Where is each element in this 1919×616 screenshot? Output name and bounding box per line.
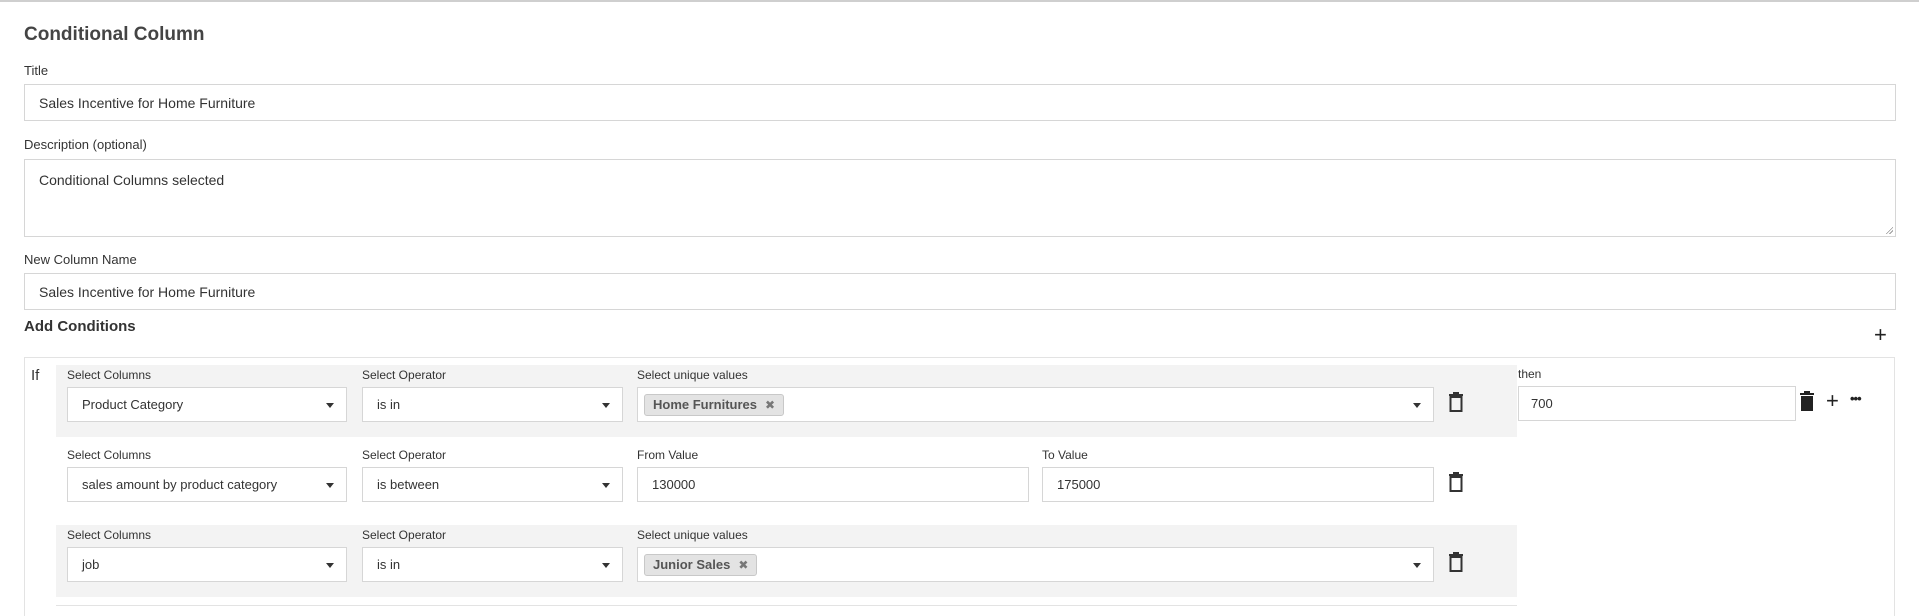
add-conditions-heading: Add Conditions (24, 318, 136, 335)
caret-down-icon (602, 402, 610, 408)
conditions-bottom-border (56, 605, 1517, 606)
operator-label: Select Operator (362, 368, 447, 382)
add-condition-button[interactable]: + (1874, 324, 1887, 346)
new-column-value: Sales Incentive for Home Furniture (39, 283, 256, 300)
resize-handle-icon[interactable] (1885, 226, 1893, 234)
column-select-value: job (82, 557, 100, 572)
columns-label: Select Columns (67, 448, 152, 462)
new-column-name-input[interactable]: Sales Incentive for Home Furniture (24, 273, 1896, 310)
trash-outline-icon[interactable] (1447, 392, 1465, 412)
more-options-icon[interactable]: ••• (1850, 391, 1862, 406)
trash-outline-icon[interactable] (1447, 552, 1465, 572)
column-select-value: Product Category (82, 397, 184, 412)
columns-label: Select Columns (67, 528, 152, 542)
description-label: Description (optional) (24, 137, 147, 152)
unique-values-select[interactable]: Home Furnitures ✖ (637, 387, 1434, 422)
value-chip: Junior Sales ✖ (644, 553, 758, 576)
operator-select-value: is in (377, 557, 401, 572)
remove-chip-icon[interactable]: ✖ (765, 398, 775, 412)
if-label: If (31, 367, 40, 384)
to-value-label: To Value (1042, 448, 1088, 462)
page-title: Conditional Column (24, 24, 205, 45)
caret-down-icon (326, 482, 334, 488)
from-value-input[interactable]: 130000 (637, 467, 1029, 502)
columns-label: Select Columns (67, 368, 152, 382)
from-value: 130000 (652, 477, 696, 492)
new-column-label: New Column Name (24, 252, 137, 267)
column-select[interactable]: Product Category (67, 387, 347, 422)
description-textarea[interactable]: Conditional Columns selected (24, 159, 1896, 237)
plus-icon: + (1874, 322, 1887, 347)
operator-label: Select Operator (362, 448, 447, 462)
values-label: Select unique values (637, 368, 748, 382)
caret-down-icon (326, 562, 334, 568)
title-label: Title (24, 63, 49, 78)
then-label: then (1518, 367, 1542, 381)
plus-icon: + (1826, 388, 1839, 413)
top-border (0, 0, 1919, 2)
trash-icon[interactable] (1798, 391, 1816, 411)
operator-select[interactable]: is in (362, 547, 623, 582)
column-select[interactable]: job (67, 547, 347, 582)
remove-chip-icon[interactable]: ✖ (738, 558, 748, 572)
operator-select-value: is in (377, 397, 401, 412)
values-label: Select unique values (637, 528, 748, 542)
add-then-button[interactable]: + (1826, 390, 1839, 412)
value-chip-label: Junior Sales (653, 557, 731, 572)
operator-select-value: is between (377, 477, 440, 492)
title-input[interactable]: Sales Incentive for Home Furniture (24, 84, 1896, 121)
caret-down-icon (602, 482, 610, 488)
then-value: 700 (1531, 396, 1553, 411)
then-value-input[interactable]: 700 (1518, 386, 1796, 421)
to-value-input[interactable]: 175000 (1042, 467, 1434, 502)
caret-down-icon (1413, 562, 1421, 568)
operator-select[interactable]: is between (362, 467, 623, 502)
description-value: Conditional Columns selected (39, 172, 225, 188)
column-select[interactable]: sales amount by product category (67, 467, 347, 502)
column-select-value: sales amount by product category (82, 477, 278, 492)
trash-outline-icon[interactable] (1447, 472, 1465, 492)
caret-down-icon (602, 562, 610, 568)
unique-values-select[interactable]: Junior Sales ✖ (637, 547, 1434, 582)
value-chip: Home Furnitures ✖ (644, 393, 785, 416)
operator-select[interactable]: is in (362, 387, 623, 422)
caret-down-icon (326, 402, 334, 408)
to-value: 175000 (1057, 477, 1101, 492)
caret-down-icon (1413, 402, 1421, 408)
value-chip-label: Home Furnitures (653, 397, 758, 412)
title-input-value: Sales Incentive for Home Furniture (39, 94, 256, 111)
from-value-label: From Value (637, 448, 699, 462)
operator-label: Select Operator (362, 528, 447, 542)
